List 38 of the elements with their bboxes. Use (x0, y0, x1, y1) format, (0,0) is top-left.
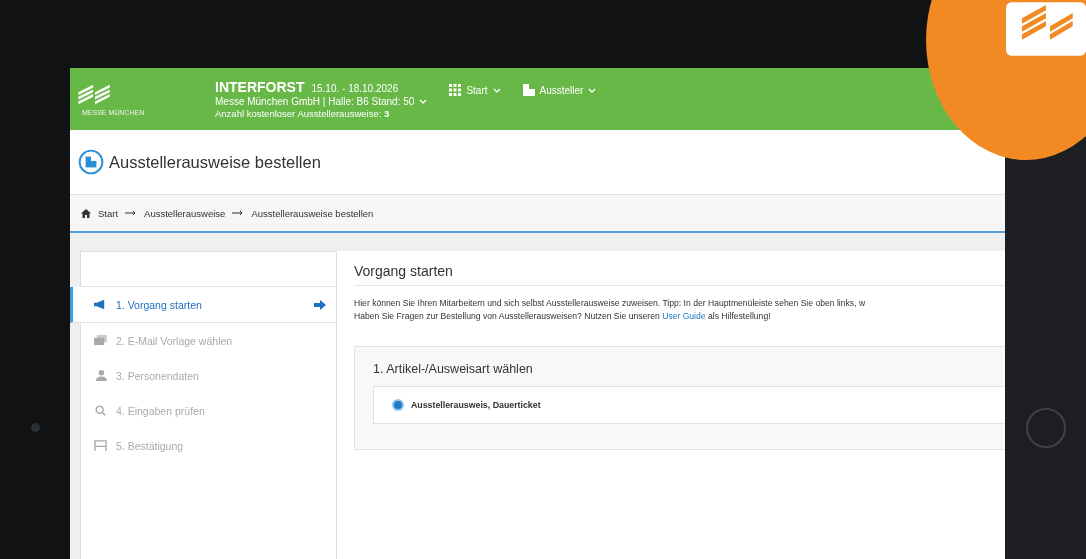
radio-button[interactable] (392, 399, 404, 411)
event-name: INTERFORST (215, 79, 305, 95)
logo-icon (78, 82, 112, 107)
step-item[interactable]: 1. Vorgang starten (70, 287, 336, 323)
chat-icon (94, 335, 107, 346)
caret-icon (588, 87, 597, 93)
building-icon (78, 149, 104, 175)
people-icon (94, 370, 107, 381)
event-dates: 15.10. - 18.10.2026 (311, 83, 399, 94)
search-icon (94, 405, 107, 416)
exhibitor-dropdown[interactable]: Messe München GmbH | Halle: B6 Stand: 50 (215, 96, 428, 107)
help-text: Haben Sie Fragen zur Bestellung von Ausstellerausweisen? Nutzen Sie unseren User Guide als Hilfestellung! (354, 311, 772, 321)
building-icon (522, 84, 535, 96)
camera-dot (30, 423, 40, 432)
step-item[interactable]: 3. Personendaten (81, 358, 336, 393)
step-item[interactable]: 5. Bestätigung (81, 428, 336, 463)
home-icon (81, 208, 91, 218)
nav-menu[interactable]: Start (449, 84, 501, 96)
caret-icon (492, 87, 501, 93)
step-item[interactable]: 2. E-Mail Vorlage wählen (81, 323, 336, 358)
free-passes-count: Anzahl kostenloser Ausstellerausweise: 3 (215, 108, 391, 119)
caret-icon (419, 99, 428, 104)
article-title: 1. Artikel-/Ausweisart wählen (373, 362, 534, 376)
step-item[interactable]: 4. Eingaben prüfen (81, 393, 336, 428)
arrow-icon (314, 299, 326, 310)
user-guide-link[interactable]: User Guide (662, 311, 706, 321)
page-title: Ausstellerausweise bestellen (109, 152, 321, 172)
arrow-icon (125, 210, 138, 216)
breadcrumb-link[interactable]: Start (98, 207, 119, 219)
arrow-icon (232, 210, 245, 216)
section-title: Vorgang starten (354, 263, 1005, 286)
megaphone-icon (94, 299, 107, 310)
nav-menu[interactable]: Aussteller (522, 84, 597, 96)
grid-icon (449, 84, 462, 96)
option-label: Ausstellerausweis, Dauerticket (411, 400, 541, 410)
intro-text: Hier können Sie Ihren Mitarbeitern und sich selbst Ausstellerausweise zuweisen. Tipp: In der Hauptmenüleiste sehen Sie oben links, w (354, 298, 867, 308)
breadcrumb-link[interactable]: Ausstellerausweise bestellen (251, 207, 374, 219)
breadcrumb-link[interactable]: Ausstellerausweise (144, 207, 226, 219)
